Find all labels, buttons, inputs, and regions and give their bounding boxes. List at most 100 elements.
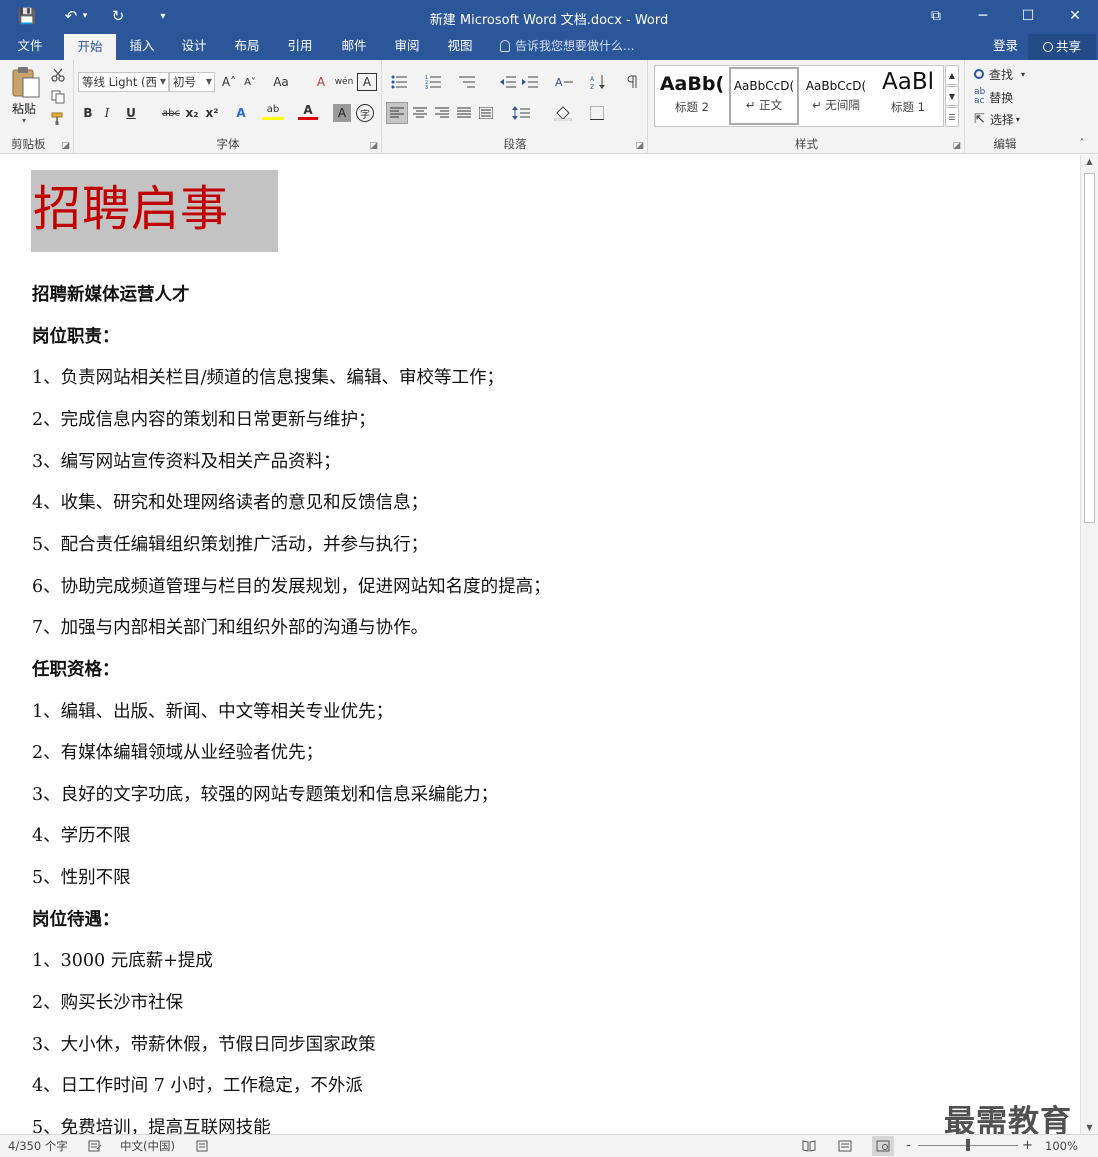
subscript-button[interactable]: x₂ [182, 102, 202, 124]
scroll-down-icon[interactable]: ▼ [1081, 1123, 1098, 1132]
show-formatting-marks-icon[interactable] [621, 71, 643, 93]
font-color-icon[interactable]: A [298, 102, 318, 120]
cut-icon[interactable] [48, 64, 68, 86]
tab-view[interactable]: 视图 [436, 32, 484, 60]
style-heading2[interactable]: AaBb( 标题 2 [657, 67, 727, 125]
paste-dropdown-icon[interactable]: ▾ [22, 116, 26, 125]
select-button[interactable]: ⇱ 选择 ▾ [974, 108, 1040, 130]
close-icon[interactable]: ✕ [1052, 0, 1098, 32]
print-layout-icon[interactable] [838, 1135, 852, 1157]
tell-me-text: 告诉我您想要做什么... [515, 39, 635, 53]
font-launcher-icon[interactable]: ◪ [369, 141, 378, 151]
borders-icon[interactable] [583, 102, 611, 124]
font-name-dropdown-icon[interactable]: ▼ [160, 73, 166, 91]
distributed-icon[interactable] [475, 102, 497, 124]
phonetic-guide-icon[interactable]: wén [333, 71, 355, 93]
underline-button[interactable]: U [122, 102, 140, 124]
multilevel-list-icon[interactable] [455, 71, 479, 93]
tab-file[interactable]: 文件 [4, 32, 56, 60]
scroll-up-icon[interactable]: ▲ [1081, 157, 1098, 166]
zoom-out-icon[interactable]: - [906, 1135, 911, 1157]
list-item: 5、性别不限 [32, 868, 131, 888]
tab-layout[interactable]: 布局 [223, 32, 271, 60]
paste-button[interactable]: 粘贴 ▾ [8, 66, 44, 126]
ribbon-display-options-icon[interactable]: ⧉ [913, 0, 959, 32]
numbering-icon[interactable]: 123 [421, 71, 445, 93]
style-normal-name: ↵ 正文 [745, 98, 783, 112]
tab-insert[interactable]: 插入 [118, 32, 166, 60]
word-count[interactable]: 4/350 个字 [8, 1135, 68, 1157]
bold-button[interactable]: B [79, 102, 97, 124]
language-indicator[interactable]: 中文(中国) [120, 1135, 175, 1157]
shading-icon[interactable] [549, 102, 577, 124]
tab-home[interactable]: 开始 [64, 34, 116, 60]
maximize-icon[interactable]: ☐ [1005, 0, 1051, 32]
tab-design[interactable]: 设计 [170, 32, 218, 60]
scrollbar-thumb[interactable] [1084, 173, 1095, 523]
collapse-ribbon-icon[interactable]: ˄ [1074, 136, 1090, 150]
read-mode-icon[interactable] [802, 1135, 816, 1157]
style-no-spacing-name: ↵ 无间隔 [812, 98, 860, 112]
justify-button[interactable] [453, 102, 475, 124]
text-effects-icon[interactable]: A [231, 102, 251, 124]
find-dropdown-icon: ▾ [1021, 69, 1026, 79]
ribbon-home: 粘贴 ▾ 剪贴板 ◪ 等线 Light (西 ▼ 初号 ▼ A˄ A˅ Aa A w… [0, 60, 1098, 154]
tab-mailings[interactable]: 邮件 [330, 32, 378, 60]
increase-indent-icon[interactable] [519, 71, 541, 93]
styles-group-label: 样式 [795, 137, 818, 151]
align-left-button[interactable] [386, 102, 408, 124]
grow-font-icon[interactable]: A˄ [219, 71, 239, 93]
zoom-slider-thumb[interactable] [966, 1139, 970, 1151]
select-dropdown-icon: ▾ [1015, 114, 1020, 124]
bullets-icon[interactable] [387, 71, 411, 93]
character-border-icon[interactable]: A [357, 73, 377, 91]
style-heading1[interactable]: AaBl 标题 1 [873, 67, 943, 125]
italic-button[interactable]: I [98, 102, 116, 124]
tell-me-search[interactable]: 告诉我您想要做什么... [500, 32, 634, 60]
shrink-font-icon[interactable]: A˅ [240, 71, 260, 93]
style-no-spacing[interactable]: AaBbCcD( ↵ 无间隔 [801, 67, 871, 125]
clear-formatting-icon[interactable]: A [311, 71, 331, 93]
document-page[interactable]: 招聘启事 招聘新媒体运营人才 岗位职责： 1、负责网站相关栏目/频道的信息搜集、编辑… [0, 155, 1080, 1134]
align-right-button[interactable] [431, 102, 453, 124]
styles-launcher-icon[interactable]: ◪ [952, 141, 961, 151]
list-item: 7、加强与内部相关部门和组织外部的沟通与协作。 [32, 618, 429, 638]
styles-scroll-up-icon[interactable]: ▲ [945, 65, 959, 85]
replace-button[interactable]: ab ac 替换 [974, 86, 1040, 108]
web-layout-icon[interactable] [872, 1136, 894, 1156]
find-button[interactable]: 查找 ▾ [974, 63, 1040, 85]
font-name-combo[interactable]: 等线 Light (西 ▼ [78, 72, 169, 92]
highlight-color-icon[interactable]: ab [262, 102, 284, 120]
character-shading-icon[interactable]: A [333, 104, 351, 122]
vertical-scrollbar[interactable]: ▲ ▼ [1080, 155, 1098, 1134]
enclose-characters-icon[interactable]: 字 [356, 104, 374, 122]
line-spacing-icon[interactable] [507, 102, 535, 124]
tab-review[interactable]: 审阅 [383, 32, 431, 60]
format-painter-icon[interactable] [48, 108, 68, 130]
paragraph-launcher-icon[interactable]: ◪ [635, 141, 644, 151]
sort-icon[interactable]: AZ [587, 71, 609, 93]
sign-in-link[interactable]: 登录 [993, 32, 1018, 60]
chinese-layout-icon[interactable]: A [551, 71, 577, 93]
align-center-button[interactable] [409, 102, 431, 124]
clipboard-launcher-icon[interactable]: ◪ [61, 141, 70, 151]
strikethrough-button[interactable]: abc [160, 102, 182, 124]
minimize-icon[interactable]: ─ [960, 0, 1006, 32]
font-size-combo[interactable]: 初号 ▼ [169, 72, 215, 92]
style-normal[interactable]: AaBbCcD( ↵ 正文 [729, 67, 799, 125]
share-button[interactable]: 共享 [1028, 34, 1096, 60]
font-size-dropdown-icon[interactable]: ▼ [206, 73, 212, 91]
change-case-icon[interactable]: Aa [269, 71, 293, 93]
zoom-level[interactable]: 100% [1045, 1135, 1078, 1157]
decrease-indent-icon[interactable] [497, 71, 519, 93]
zoom-in-icon[interactable]: + [1022, 1135, 1033, 1157]
styles-scroll-down-icon[interactable]: ▼ [945, 86, 959, 106]
styles-more-icon[interactable]: ☰ [945, 107, 959, 127]
font-group-label: 字体 [216, 137, 240, 151]
proofing-icon[interactable] [88, 1135, 102, 1157]
tab-references[interactable]: 引用 [276, 32, 324, 60]
copy-icon[interactable] [48, 86, 68, 108]
macro-record-icon[interactable] [196, 1135, 208, 1157]
list-item: 1、3000 元底薪+提成 [32, 951, 213, 971]
superscript-button[interactable]: x² [202, 102, 222, 124]
